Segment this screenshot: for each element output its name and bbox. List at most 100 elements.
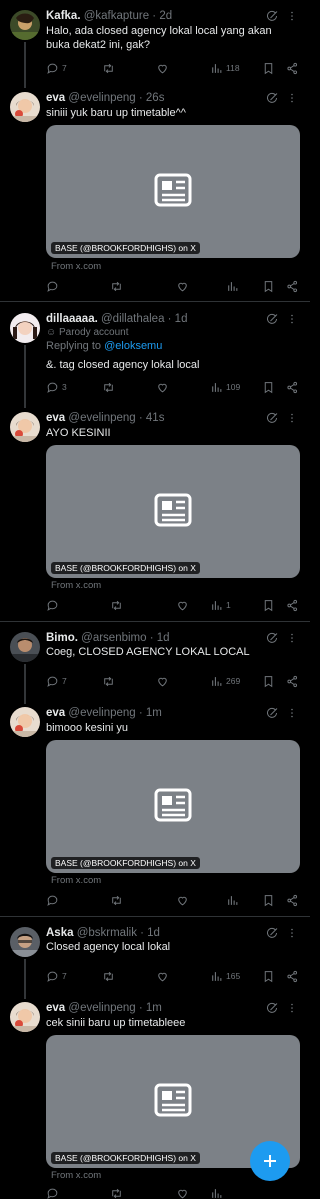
grok-icon[interactable]	[266, 707, 278, 719]
replying-to-link[interactable]: @eloksemu	[104, 340, 162, 352]
display-name[interactable]: eva	[46, 707, 65, 719]
tweet-reply-eva[interactable]: eva @evelinpeng · 26s siniii yuk baru up…	[0, 90, 310, 300]
share-button[interactable]	[286, 279, 299, 293]
avatar[interactable]	[10, 313, 40, 343]
bookmark-button[interactable]	[262, 969, 275, 983]
tweet-text: Coeg, CLOSED AGENCY LOKAL LOCAL	[46, 646, 250, 658]
views-button[interactable]: 1	[210, 598, 231, 612]
like-button[interactable]	[156, 969, 169, 983]
view-count: 165	[226, 971, 241, 981]
avatar[interactable]	[10, 412, 40, 442]
like-button[interactable]	[176, 598, 189, 612]
repost-button[interactable]	[110, 279, 123, 293]
share-button[interactable]	[286, 380, 299, 394]
bookmark-button[interactable]	[262, 61, 275, 75]
card-source[interactable]: From x.com	[51, 580, 101, 592]
tweet-kafka[interactable]: Kafka. @kafkapture · 2d Halo, ada closed…	[0, 8, 310, 78]
tweet-bimo[interactable]: Bimo. @arsenbimo · 1d Coeg, CLOSED AGENC…	[0, 630, 310, 695]
more-icon[interactable]	[288, 412, 296, 424]
repost-button[interactable]	[102, 674, 115, 688]
avatar[interactable]	[10, 632, 40, 662]
repost-button[interactable]	[110, 598, 123, 612]
avatar[interactable]	[10, 1002, 40, 1032]
views-button[interactable]: 118	[210, 61, 240, 75]
like-button[interactable]	[176, 893, 189, 907]
more-icon[interactable]	[288, 313, 296, 325]
like-button[interactable]	[176, 279, 189, 293]
grok-icon[interactable]	[266, 412, 278, 424]
avatar[interactable]	[10, 927, 40, 957]
views-button[interactable]: 165	[210, 969, 240, 983]
like-button[interactable]	[156, 61, 169, 75]
grok-icon[interactable]	[266, 10, 278, 22]
card-source[interactable]: From x.com	[51, 1170, 101, 1182]
display-name[interactable]: eva	[46, 1002, 65, 1014]
link-card[interactable]: BASE (@BROOKFORDHIGHS) on X	[46, 445, 300, 578]
bookmark-button[interactable]	[262, 380, 275, 394]
share-button[interactable]	[286, 598, 299, 612]
share-button[interactable]	[286, 969, 299, 983]
tweet-reply-eva[interactable]: eva @evelinpeng · 1m bimooo kesini yu BA…	[0, 705, 310, 915]
handle-time: @evelinpeng · 41s	[68, 412, 165, 424]
tweet-reply-eva[interactable]: eva @evelinpeng · 41s AYO KESINII BASE (…	[0, 410, 310, 620]
grok-icon[interactable]	[266, 1002, 278, 1014]
link-card[interactable]: BASE (@BROOKFORDHIGHS) on X	[46, 740, 300, 873]
grok-icon[interactable]	[266, 927, 278, 939]
card-source[interactable]: From x.com	[51, 875, 101, 887]
share-button[interactable]	[286, 61, 299, 75]
share-button[interactable]	[286, 674, 299, 688]
compose-button[interactable]	[250, 1141, 290, 1181]
avatar[interactable]	[10, 92, 40, 122]
reply-button[interactable]	[46, 598, 59, 612]
bookmark-button[interactable]	[262, 893, 275, 907]
display-name[interactable]: dillaaaaa.	[46, 313, 98, 325]
views-button[interactable]: 269	[210, 674, 240, 688]
more-icon[interactable]	[288, 927, 296, 939]
link-card[interactable]: BASE (@BROOKFORDHIGHS) on X	[46, 125, 300, 258]
repost-button[interactable]	[110, 1186, 123, 1199]
grok-icon[interactable]	[266, 92, 278, 104]
tweet-dilla[interactable]: dillaaaaa. @dillathalea · 1d ☺ Parody ac…	[0, 311, 310, 396]
reply-button[interactable]: 7	[46, 61, 67, 75]
reply-button[interactable]	[46, 279, 59, 293]
repost-button[interactable]	[110, 893, 123, 907]
display-name[interactable]: Aska	[46, 927, 74, 939]
like-button[interactable]	[156, 674, 169, 688]
more-icon[interactable]	[288, 707, 296, 719]
bookmark-button[interactable]	[262, 598, 275, 612]
repost-button[interactable]	[102, 380, 115, 394]
views-button[interactable]	[226, 279, 239, 293]
grok-icon[interactable]	[266, 313, 278, 325]
display-name[interactable]: eva	[46, 92, 65, 104]
reply-button[interactable]: 3	[46, 380, 67, 394]
like-button[interactable]	[176, 1186, 189, 1199]
repost-button[interactable]	[102, 61, 115, 75]
like-button[interactable]	[156, 380, 169, 394]
views-button[interactable]	[210, 1186, 223, 1199]
reply-button[interactable]: 7	[46, 969, 67, 983]
reply-button[interactable]	[46, 1186, 59, 1199]
card-source[interactable]: From x.com	[51, 261, 101, 273]
share-button[interactable]	[286, 893, 299, 907]
more-icon[interactable]	[288, 10, 296, 22]
avatar[interactable]	[10, 707, 40, 737]
tweet-aska[interactable]: Aska @bskrmalik · 1d Closed agency local…	[0, 925, 310, 990]
reply-button[interactable]: 7	[46, 674, 67, 688]
tweet-actions: 3 109	[46, 380, 304, 394]
display-name[interactable]: Kafka.	[46, 10, 81, 22]
more-icon[interactable]	[288, 92, 296, 104]
grok-icon[interactable]	[266, 632, 278, 644]
bookmark-button[interactable]	[262, 674, 275, 688]
repost-button[interactable]	[102, 969, 115, 983]
views-button[interactable]: 109	[210, 380, 240, 394]
more-icon[interactable]	[288, 632, 296, 644]
more-icon[interactable]	[288, 1002, 296, 1014]
avatar[interactable]	[10, 10, 40, 40]
views-button[interactable]	[226, 893, 239, 907]
bookmark-button[interactable]	[262, 279, 275, 293]
tweet-actions	[46, 279, 304, 293]
reply-button[interactable]	[46, 893, 59, 907]
heart-icon	[176, 1187, 189, 1199]
display-name[interactable]: eva	[46, 412, 65, 424]
display-name[interactable]: Bimo.	[46, 632, 78, 644]
